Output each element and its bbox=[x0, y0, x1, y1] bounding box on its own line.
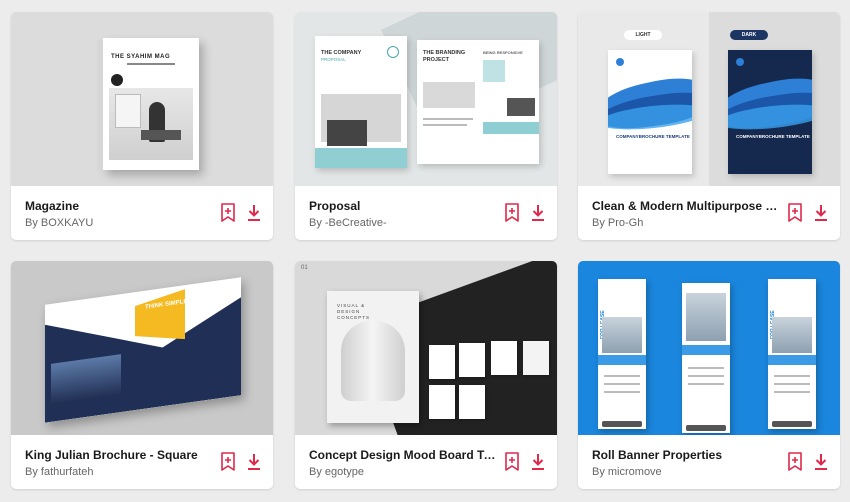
card-author[interactable]: By BOXKAYU bbox=[25, 217, 215, 229]
card-author[interactable]: By fathurfateh bbox=[25, 466, 215, 478]
template-card[interactable]: 01 VISUAL & DESIGN CONCEPTS Concept Desi… bbox=[295, 261, 557, 489]
bookmark-plus-icon bbox=[505, 203, 519, 222]
thumb-headline: VISUAL & DESIGN CONCEPTS bbox=[337, 303, 371, 320]
download-button[interactable] bbox=[527, 450, 549, 474]
bookmark-button[interactable] bbox=[501, 201, 523, 225]
bookmark-plus-icon bbox=[788, 203, 802, 222]
card-meta: Roll Banner Properties By micromove bbox=[578, 435, 840, 489]
dark-tag: DARK bbox=[730, 30, 768, 40]
card-title[interactable]: Roll Banner Properties bbox=[592, 448, 782, 462]
download-button[interactable] bbox=[243, 201, 265, 225]
proposal-spread-image: THE BRANDING PROJECT BEING RESPONSIVE bbox=[417, 40, 539, 164]
thumb-headline: THE SYAHIM MAG bbox=[111, 54, 171, 60]
thumb-text: PROPOSAL bbox=[321, 57, 346, 62]
template-grid: THE SYAHIM MAG Magazine By BOXKAYU THE C… bbox=[0, 0, 850, 502]
bookmark-plus-icon bbox=[221, 203, 235, 222]
bookmark-plus-icon bbox=[505, 452, 519, 471]
thumb-text: THE BRANDING PROJECT bbox=[423, 50, 466, 63]
download-icon bbox=[532, 205, 544, 221]
card-title[interactable]: Proposal bbox=[309, 199, 499, 213]
bookmark-button[interactable] bbox=[784, 201, 806, 225]
card-meta: Proposal By -BeCreative- bbox=[295, 186, 557, 240]
thumb-text: COMPANYBROCHURE TEMPLATE bbox=[616, 134, 690, 139]
card-title[interactable]: Concept Design Mood Board Templ... bbox=[309, 448, 499, 462]
thumb-text: COMPANYBROCHURE TEMPLATE bbox=[736, 134, 810, 139]
download-button[interactable] bbox=[810, 450, 832, 474]
bookmark-button[interactable] bbox=[217, 450, 239, 474]
thumb-text: THE COMPANY bbox=[321, 50, 362, 56]
roll-banner-image bbox=[682, 283, 730, 433]
download-button[interactable] bbox=[243, 450, 265, 474]
template-card[interactable]: THE SYAHIM MAG Magazine By BOXKAYU bbox=[11, 12, 273, 240]
card-thumbnail[interactable]: THE COMPANY PROPOSAL THE BRANDING PROJEC… bbox=[295, 12, 557, 186]
brochure-light-image: COMPANYBROCHURE TEMPLATE bbox=[608, 50, 692, 174]
card-meta: Clean & Modern Multipurpose Broc... By P… bbox=[578, 186, 840, 240]
card-thumbnail[interactable]: 01 VISUAL & DESIGN CONCEPTS bbox=[295, 261, 557, 435]
card-thumbnail[interactable]: LIGHT DARK COMPANYBROCHURE TEMPLATE COMP… bbox=[578, 12, 840, 186]
magazine-cover-image: THE SYAHIM MAG bbox=[97, 38, 199, 170]
download-button[interactable] bbox=[527, 201, 549, 225]
proposal-page-image: THE COMPANY PROPOSAL bbox=[315, 36, 407, 168]
card-title[interactable]: Magazine bbox=[25, 199, 215, 213]
card-author[interactable]: By micromove bbox=[592, 466, 782, 478]
template-card[interactable]: LIGHT DARK COMPANYBROCHURE TEMPLATE COMP… bbox=[578, 12, 840, 240]
download-icon bbox=[248, 205, 260, 221]
brochure-square-image: THINK SIMPLE DESIGN bbox=[45, 277, 241, 423]
card-title[interactable]: Clean & Modern Multipurpose Broc... bbox=[592, 199, 782, 213]
card-thumbnail[interactable]: THINK SIMPLE DESIGN bbox=[11, 261, 273, 435]
download-icon bbox=[815, 205, 827, 221]
card-author[interactable]: By -BeCreative- bbox=[309, 217, 499, 229]
card-meta: Concept Design Mood Board Templ... By eg… bbox=[295, 435, 557, 489]
card-meta: King Julian Brochure - Square By fathurf… bbox=[11, 435, 273, 489]
thumb-text: BEING RESPONSIVE bbox=[483, 50, 523, 55]
bookmark-plus-icon bbox=[221, 452, 235, 471]
card-title[interactable]: King Julian Brochure - Square bbox=[25, 448, 215, 462]
card-meta: Magazine By BOXKAYU bbox=[11, 186, 273, 240]
template-card[interactable]: FOR LEASE FOR LEASE Roll Banner Properti… bbox=[578, 261, 840, 489]
bookmark-button[interactable] bbox=[217, 201, 239, 225]
download-icon bbox=[248, 454, 260, 470]
card-author[interactable]: By egotype bbox=[309, 466, 499, 478]
download-icon bbox=[815, 454, 827, 470]
bookmark-plus-icon bbox=[788, 452, 802, 471]
roll-banner-image: FOR LEASE bbox=[768, 279, 816, 429]
template-card[interactable]: THE COMPANY PROPOSAL THE BRANDING PROJEC… bbox=[295, 12, 557, 240]
roll-banner-image: FOR LEASE bbox=[598, 279, 646, 429]
download-icon bbox=[532, 454, 544, 470]
download-button[interactable] bbox=[810, 201, 832, 225]
thumb-number: 01 bbox=[301, 265, 308, 271]
mood-board-poster-image: VISUAL & DESIGN CONCEPTS bbox=[327, 291, 419, 423]
bookmark-button[interactable] bbox=[784, 450, 806, 474]
light-tag: LIGHT bbox=[624, 30, 662, 40]
bookmark-button[interactable] bbox=[501, 450, 523, 474]
card-author[interactable]: By Pro-Gh bbox=[592, 217, 782, 229]
brochure-dark-image: COMPANYBROCHURE TEMPLATE bbox=[728, 50, 812, 174]
card-thumbnail[interactable]: FOR LEASE FOR LEASE bbox=[578, 261, 840, 435]
template-card[interactable]: THINK SIMPLE DESIGN King Julian Brochure… bbox=[11, 261, 273, 489]
card-thumbnail[interactable]: THE SYAHIM MAG bbox=[11, 12, 273, 186]
